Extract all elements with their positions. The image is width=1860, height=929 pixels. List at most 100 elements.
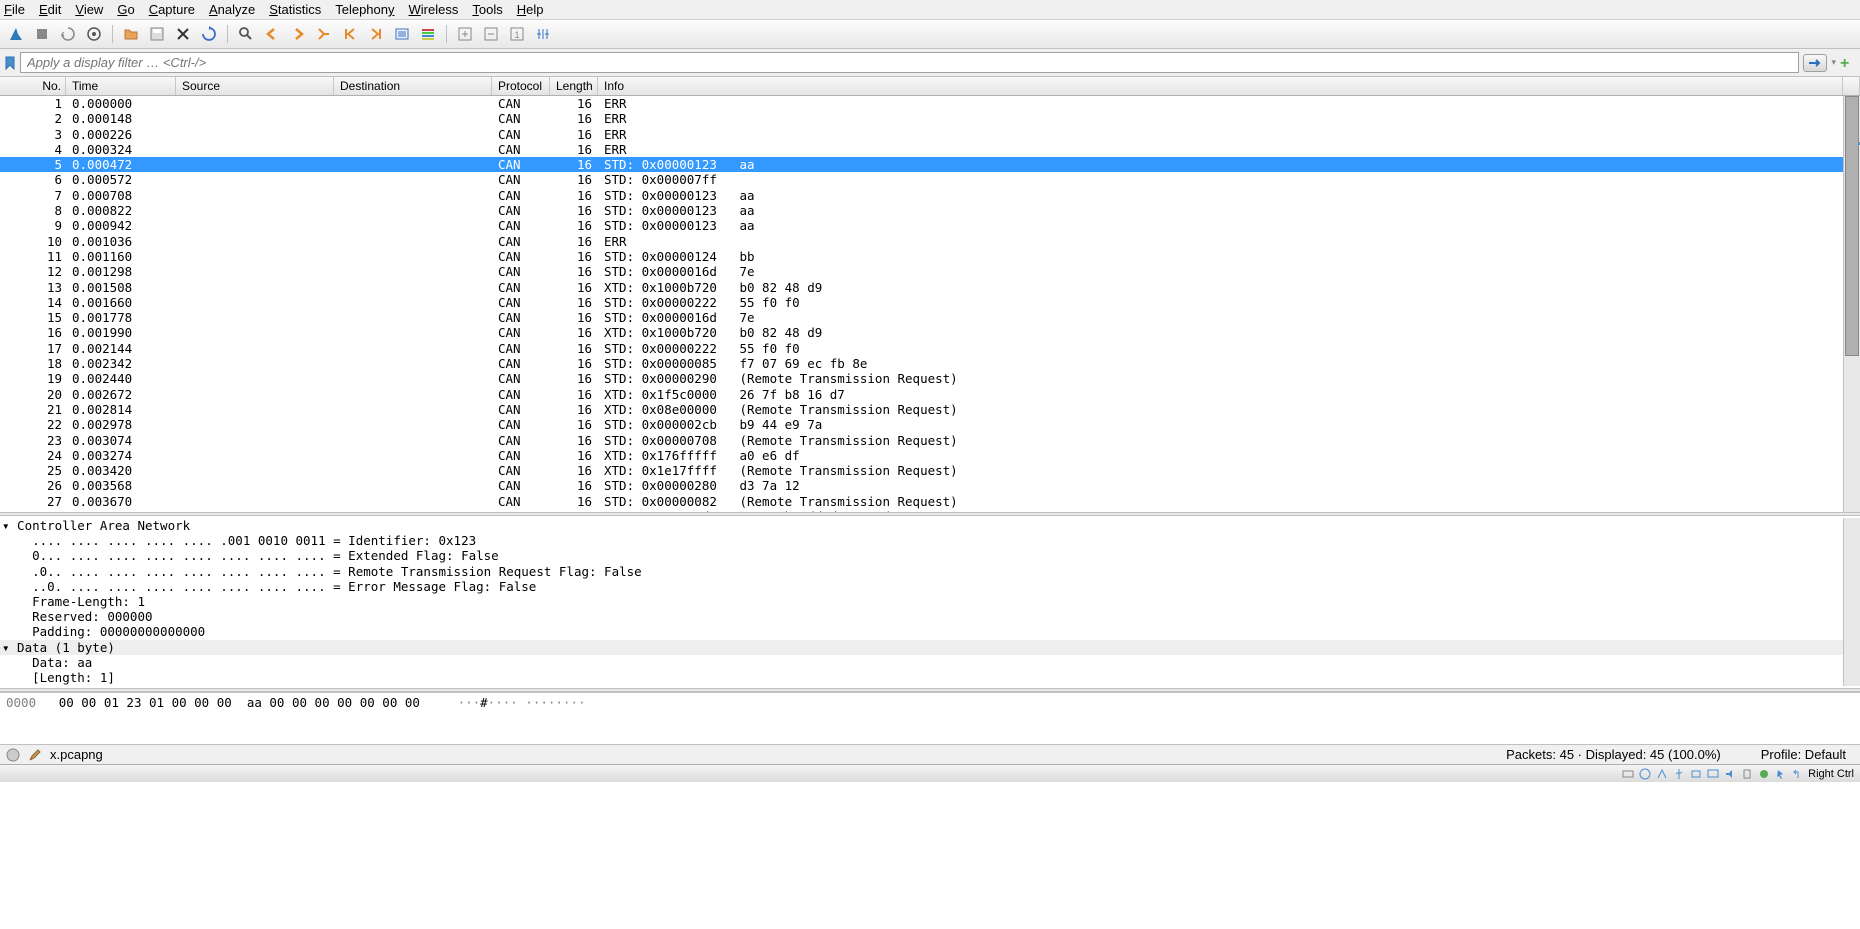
- save-file-button[interactable]: [147, 24, 167, 44]
- packet-row[interactable]: 90.000942CAN16STD: 0x00000123 aa: [0, 218, 1843, 233]
- packet-row[interactable]: 80.000822CAN16STD: 0x00000123 aa: [0, 203, 1843, 218]
- packet-row[interactable]: 230.003074CAN16STD: 0x00000708 (Remote T…: [0, 433, 1843, 448]
- status-bar: x.pcapng Packets: 45 · Displayed: 45 (10…: [0, 744, 1860, 764]
- edit-capture-comment-icon[interactable]: [28, 748, 42, 762]
- open-file-button[interactable]: [121, 24, 141, 44]
- packet-row[interactable]: 40.000324CAN16ERR: [0, 142, 1843, 157]
- menu-edit[interactable]: Edit: [39, 2, 61, 17]
- menu-view[interactable]: View: [75, 2, 103, 17]
- dropdown-icon[interactable]: ▾: [1831, 57, 1836, 68]
- menu-go[interactable]: Go: [117, 2, 134, 17]
- menu-telephony[interactable]: Telephony: [335, 2, 394, 17]
- detail-row[interactable]: ▾ Data (1 byte): [0, 640, 1843, 655]
- menu-bar: File Edit View Go Capture Analyze Statis…: [0, 0, 1860, 20]
- packet-row[interactable]: 200.002672CAN16XTD: 0x1f5c0000 26 7f b8 …: [0, 387, 1843, 402]
- capture-file-label: x.pcapng: [50, 747, 103, 762]
- packet-row[interactable]: 30.000226CAN16ERR: [0, 127, 1843, 142]
- detail-row[interactable]: ▾ Controller Area Network: [0, 518, 1843, 533]
- packet-row[interactable]: 210.002814CAN16XTD: 0x08e00000 (Remote T…: [0, 402, 1843, 417]
- packet-row[interactable]: 150.001778CAN16STD: 0x0000016d 7e: [0, 310, 1843, 325]
- menu-wireless[interactable]: Wireless: [409, 2, 459, 17]
- zoom-reset-button[interactable]: 1: [507, 24, 527, 44]
- detail-row[interactable]: .0.. .... .... .... .... .... .... .... …: [0, 564, 1843, 579]
- col-header-source[interactable]: Source: [176, 77, 334, 95]
- packet-row[interactable]: 170.002144CAN16STD: 0x00000222 55 f0 f0: [0, 341, 1843, 356]
- restart-capture-button[interactable]: [58, 24, 78, 44]
- packet-row[interactable]: 100.001036CAN16ERR: [0, 234, 1843, 249]
- packet-row[interactable]: 250.003420CAN16XTD: 0x1e17ffff (Remote T…: [0, 463, 1843, 478]
- packet-list[interactable]: 10.000000CAN16ERR20.000148CAN16ERR30.000…: [0, 96, 1843, 512]
- display-filter-input[interactable]: [20, 52, 1799, 73]
- add-filter-button[interactable]: +: [1840, 55, 1856, 71]
- packet-row[interactable]: 70.000708CAN16STD: 0x00000123 aa: [0, 188, 1843, 203]
- menu-help[interactable]: Help: [517, 2, 544, 17]
- apply-filter-button[interactable]: [1803, 54, 1827, 72]
- detail-row[interactable]: Reserved: 000000: [0, 609, 1843, 624]
- packet-row[interactable]: 190.002440CAN16STD: 0x00000290 (Remote T…: [0, 371, 1843, 386]
- resize-columns-button[interactable]: [533, 24, 553, 44]
- detail-row[interactable]: Data: aa: [0, 655, 1843, 670]
- packet-row[interactable]: 180.002342CAN16STD: 0x00000085 f7 07 69 …: [0, 356, 1843, 371]
- menu-capture[interactable]: Capture: [149, 2, 195, 17]
- display-filter-bar: ▾ +: [0, 49, 1860, 77]
- go-first-button[interactable]: [340, 24, 360, 44]
- go-to-packet-button[interactable]: [314, 24, 334, 44]
- tray-keyboard-icon: [1791, 767, 1805, 781]
- colorize-button[interactable]: [418, 24, 438, 44]
- col-header-no[interactable]: No.: [0, 77, 66, 95]
- expert-info-icon[interactable]: [6, 748, 20, 762]
- packet-bytes-pane[interactable]: 0000 00 00 01 23 01 00 00 00 aa 00 00 00…: [0, 692, 1860, 744]
- find-packet-button[interactable]: [236, 24, 256, 44]
- stop-capture-button[interactable]: [32, 24, 52, 44]
- close-file-button[interactable]: [173, 24, 193, 44]
- detail-row[interactable]: Padding: 00000000000000: [0, 624, 1843, 639]
- col-header-protocol[interactable]: Protocol: [492, 77, 550, 95]
- col-header-destination[interactable]: Destination: [334, 77, 492, 95]
- tray-cd-icon: [1638, 767, 1652, 781]
- packet-row[interactable]: 220.002978CAN16STD: 0x000002cb b9 44 e9 …: [0, 417, 1843, 432]
- shark-fin-icon[interactable]: [6, 24, 26, 44]
- reload-button[interactable]: [199, 24, 219, 44]
- packet-list-pane: 10.000000CAN16ERR20.000148CAN16ERR30.000…: [0, 96, 1860, 512]
- go-forward-button[interactable]: [288, 24, 308, 44]
- zoom-in-button[interactable]: [455, 24, 475, 44]
- go-back-button[interactable]: [262, 24, 282, 44]
- menu-tools[interactable]: Tools: [472, 2, 502, 17]
- packet-row[interactable]: 280.003920CAN16XTD: 0x0738c5d9 55 61 b2 …: [0, 509, 1843, 512]
- packet-row[interactable]: 50.000472CAN16STD: 0x00000123 aa: [0, 157, 1843, 172]
- detail-row[interactable]: Frame-Length: 1: [0, 594, 1843, 609]
- tray-usb-icon: [1672, 767, 1686, 781]
- detail-row[interactable]: 0... .... .... .... .... .... .... .... …: [0, 548, 1843, 563]
- packet-row[interactable]: 110.001160CAN16STD: 0x00000124 bb: [0, 249, 1843, 264]
- menu-file[interactable]: File: [4, 2, 25, 17]
- capture-options-button[interactable]: [84, 24, 104, 44]
- packet-row[interactable]: 270.003670CAN16STD: 0x00000082 (Remote T…: [0, 494, 1843, 509]
- packet-row[interactable]: 140.001660CAN16STD: 0x00000222 55 f0 f0: [0, 295, 1843, 310]
- packet-details-pane[interactable]: ▾ Controller Area Network .... .... ....…: [0, 516, 1860, 688]
- details-scrollbar[interactable]: [1843, 518, 1860, 686]
- detail-row[interactable]: ..0. .... .... .... .... .... .... .... …: [0, 579, 1843, 594]
- packet-row[interactable]: 120.001298CAN16STD: 0x0000016d 7e: [0, 264, 1843, 279]
- zoom-out-button[interactable]: [481, 24, 501, 44]
- col-header-info[interactable]: Info: [598, 77, 1843, 95]
- detail-row[interactable]: [Length: 1]: [0, 670, 1843, 685]
- packet-row[interactable]: 60.000572CAN16STD: 0x000007ff: [0, 172, 1843, 187]
- col-header-time[interactable]: Time: [66, 77, 176, 95]
- detail-row[interactable]: .... .... .... .... .... .001 0010 0011 …: [0, 533, 1843, 548]
- bookmark-icon[interactable]: [4, 56, 16, 70]
- profile-label[interactable]: Profile: Default: [1761, 747, 1854, 762]
- packet-row[interactable]: 240.003274CAN16XTD: 0x176fffff a0 e6 df: [0, 448, 1843, 463]
- col-header-length[interactable]: Length: [550, 77, 598, 95]
- menu-analyze[interactable]: Analyze: [209, 2, 255, 17]
- packet-row[interactable]: 10.000000CAN16ERR: [0, 96, 1843, 111]
- packet-list-scrollbar[interactable]: [1843, 96, 1860, 512]
- go-last-button[interactable]: [366, 24, 386, 44]
- auto-scroll-button[interactable]: [392, 24, 412, 44]
- tray-net-icon: [1655, 767, 1669, 781]
- vm-status-tray: Right Ctrl: [0, 764, 1860, 782]
- menu-statistics[interactable]: Statistics: [269, 2, 321, 17]
- packet-row[interactable]: 260.003568CAN16STD: 0x00000280 d3 7a 12: [0, 478, 1843, 493]
- packet-row[interactable]: 130.001508CAN16XTD: 0x1000b720 b0 82 48 …: [0, 280, 1843, 295]
- packet-row[interactable]: 160.001990CAN16XTD: 0x1000b720 b0 82 48 …: [0, 325, 1843, 340]
- packet-row[interactable]: 20.000148CAN16ERR: [0, 111, 1843, 126]
